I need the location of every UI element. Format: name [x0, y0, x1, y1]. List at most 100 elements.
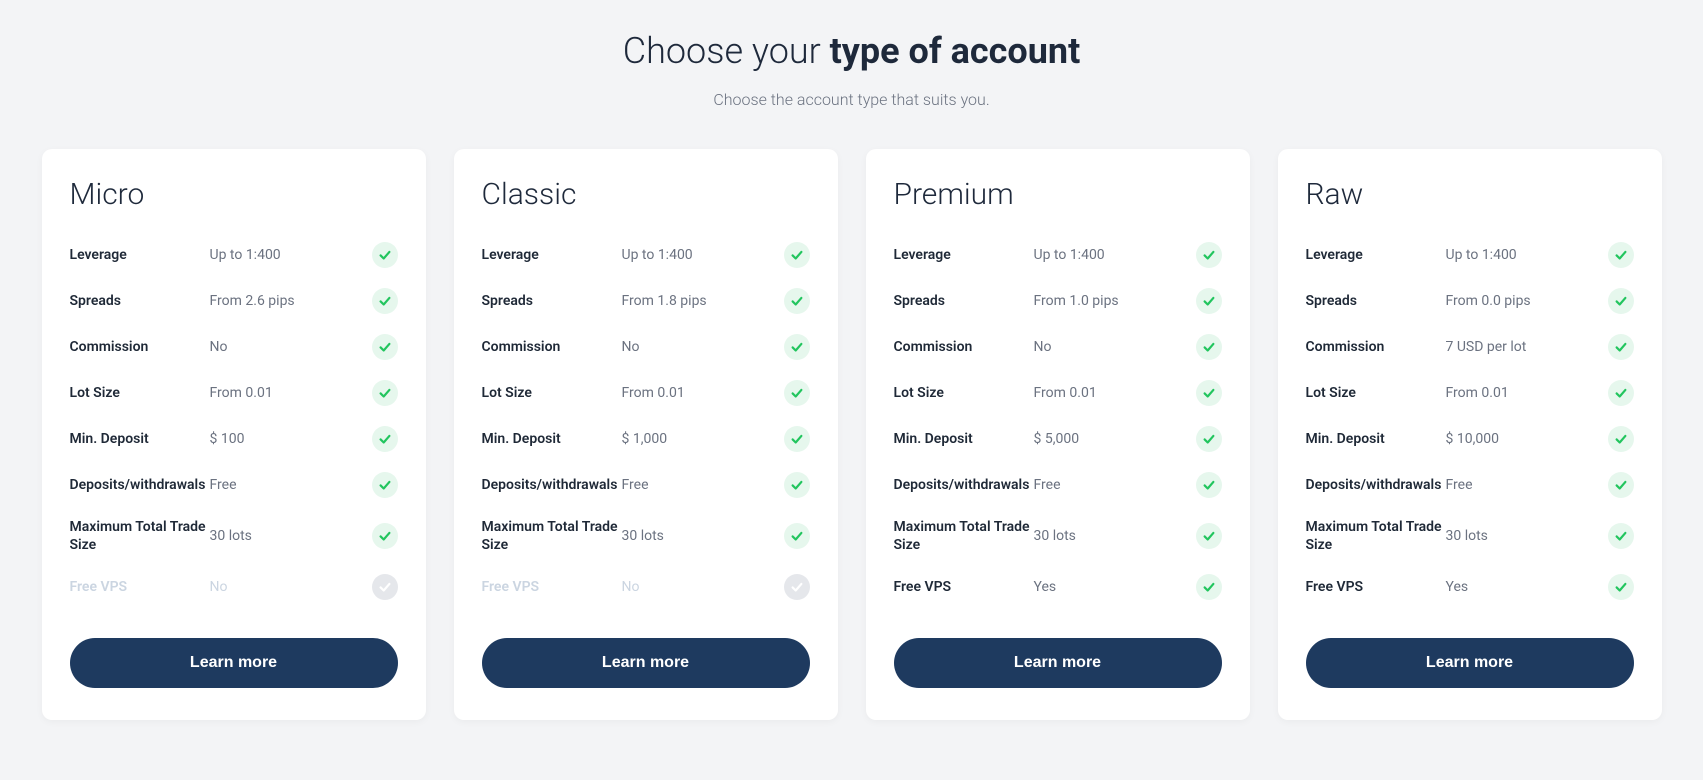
feature-row: Lot Size From 0.01: [482, 370, 810, 416]
feature-label: Leverage: [482, 246, 622, 264]
feature-value: From 0.01: [1034, 385, 1196, 401]
feature-row: Deposits/withdrawals Free: [70, 462, 398, 508]
feature-label: Lot Size: [482, 384, 622, 402]
feature-value: Up to 1:400: [1446, 247, 1608, 263]
feature-label: Commission: [482, 338, 622, 356]
feature-row: Spreads From 0.0 pips: [1306, 278, 1634, 324]
feature-label: Deposits/withdrawals: [70, 476, 210, 494]
check-icon: [784, 242, 810, 268]
feature-value: 30 lots: [622, 528, 784, 544]
feature-label: Min. Deposit: [482, 430, 622, 448]
feature-value: From 1.0 pips: [1034, 293, 1196, 309]
feature-value: From 0.01: [622, 385, 784, 401]
feature-row: Free VPS No: [482, 564, 810, 610]
feature-row: Deposits/withdrawals Free: [482, 462, 810, 508]
check-icon: [372, 380, 398, 406]
check-icon: [372, 288, 398, 314]
feature-row: Min. Deposit $ 1,000: [482, 416, 810, 462]
feature-row: Deposits/withdrawals Free: [894, 462, 1222, 508]
feature-value: Yes: [1034, 579, 1196, 595]
feature-value: $ 1,000: [622, 431, 784, 447]
feature-row: Leverage Up to 1:400: [70, 232, 398, 278]
check-icon: [1608, 472, 1634, 498]
feature-label: Maximum Total Trade Size: [1306, 518, 1446, 554]
learn-more-button[interactable]: Learn more: [70, 638, 398, 688]
plan-card-micro: Micro Leverage Up to 1:400 Spreads From …: [42, 149, 426, 720]
feature-row: Maximum Total Trade Size 30 lots: [1306, 508, 1634, 564]
plan-title: Classic: [482, 177, 810, 212]
check-icon: [372, 523, 398, 549]
feature-value: From 0.01: [1446, 385, 1608, 401]
title-prefix: Choose your: [623, 30, 830, 72]
check-icon: [372, 426, 398, 452]
feature-row: Free VPS Yes: [1306, 564, 1634, 610]
check-icon: [1608, 242, 1634, 268]
feature-label: Maximum Total Trade Size: [482, 518, 622, 554]
feature-row: Lot Size From 0.01: [894, 370, 1222, 416]
feature-value: From 0.01: [210, 385, 372, 401]
feature-row: Leverage Up to 1:400: [894, 232, 1222, 278]
plan-title: Raw: [1306, 177, 1634, 212]
plan-title: Micro: [70, 177, 398, 212]
feature-label: Deposits/withdrawals: [894, 476, 1034, 494]
feature-value: Free: [622, 477, 784, 493]
feature-value: Yes: [1446, 579, 1608, 595]
check-icon: [1196, 242, 1222, 268]
check-icon: [1608, 523, 1634, 549]
check-icon: [784, 334, 810, 360]
feature-value: No: [210, 579, 372, 595]
check-icon: [784, 574, 810, 600]
feature-label: Free VPS: [894, 578, 1034, 596]
plan-card-premium: Premium Leverage Up to 1:400 Spreads Fro…: [866, 149, 1250, 720]
feature-row: Commission No: [70, 324, 398, 370]
feature-label: Maximum Total Trade Size: [70, 518, 210, 554]
feature-value: From 0.0 pips: [1446, 293, 1608, 309]
check-icon: [1196, 288, 1222, 314]
feature-row: Leverage Up to 1:400: [482, 232, 810, 278]
feature-label: Min. Deposit: [894, 430, 1034, 448]
learn-more-button[interactable]: Learn more: [894, 638, 1222, 688]
feature-label: Free VPS: [482, 578, 622, 596]
feature-value: $ 5,000: [1034, 431, 1196, 447]
feature-label: Commission: [894, 338, 1034, 356]
feature-value: Free: [1034, 477, 1196, 493]
feature-value: No: [1034, 339, 1196, 355]
learn-more-button[interactable]: Learn more: [1306, 638, 1634, 688]
feature-row: Min. Deposit $ 10,000: [1306, 416, 1634, 462]
check-icon: [1608, 334, 1634, 360]
check-icon: [1196, 426, 1222, 452]
feature-label: Commission: [70, 338, 210, 356]
check-icon: [784, 523, 810, 549]
feature-value: $ 100: [210, 431, 372, 447]
check-icon: [1196, 574, 1222, 600]
feature-value: 30 lots: [1446, 528, 1608, 544]
feature-value: Free: [1446, 477, 1608, 493]
feature-row: Free VPS Yes: [894, 564, 1222, 610]
check-icon: [1608, 288, 1634, 314]
feature-row: Maximum Total Trade Size 30 lots: [894, 508, 1222, 564]
feature-value: From 2.6 pips: [210, 293, 372, 309]
feature-label: Leverage: [1306, 246, 1446, 264]
feature-value: Free: [210, 477, 372, 493]
feature-row: Lot Size From 0.01: [1306, 370, 1634, 416]
feature-value: Up to 1:400: [1034, 247, 1196, 263]
feature-label: Deposits/withdrawals: [482, 476, 622, 494]
learn-more-button[interactable]: Learn more: [482, 638, 810, 688]
feature-label: Leverage: [70, 246, 210, 264]
feature-row: Commission No: [482, 324, 810, 370]
feature-value: 7 USD per lot: [1446, 339, 1608, 355]
feature-label: Free VPS: [1306, 578, 1446, 596]
feature-row: Maximum Total Trade Size 30 lots: [70, 508, 398, 564]
feature-row: Lot Size From 0.01: [70, 370, 398, 416]
check-icon: [1196, 380, 1222, 406]
feature-row: Free VPS No: [70, 564, 398, 610]
feature-value: No: [210, 339, 372, 355]
check-icon: [372, 574, 398, 600]
check-icon: [1608, 574, 1634, 600]
feature-label: Min. Deposit: [1306, 430, 1446, 448]
feature-value: From 1.8 pips: [622, 293, 784, 309]
check-icon: [372, 334, 398, 360]
section-header: Choose your type of account Choose the a…: [40, 30, 1663, 109]
feature-label: Lot Size: [894, 384, 1034, 402]
plan-title: Premium: [894, 177, 1222, 212]
